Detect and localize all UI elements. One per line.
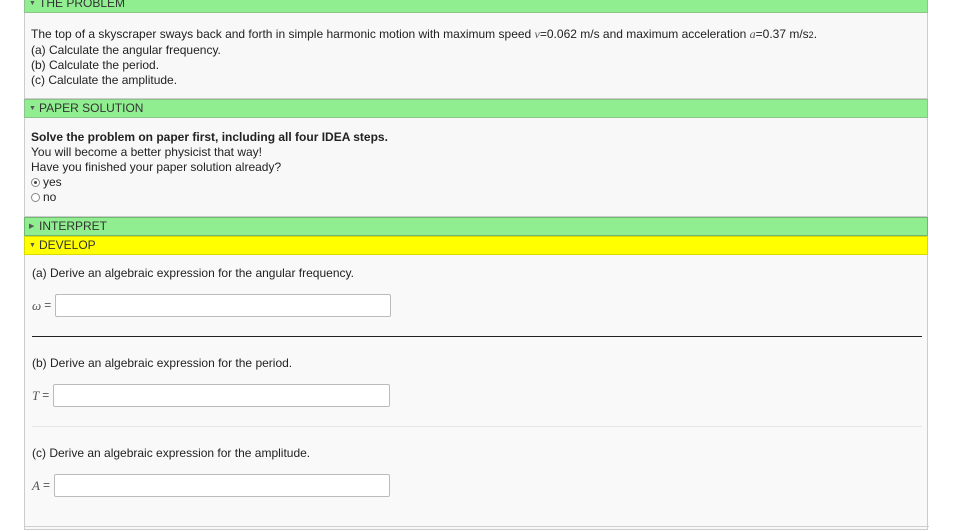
radio-no[interactable] bbox=[31, 193, 40, 202]
radio-yes-row[interactable]: yes bbox=[31, 175, 921, 190]
period-input[interactable] bbox=[53, 384, 391, 407]
problem-statement: The top of a skyscraper sways back and f… bbox=[31, 27, 818, 41]
develop-section: ▼ DEVELOP (a) Derive an algebraic expres… bbox=[24, 236, 929, 530]
develop-header[interactable]: ▼ DEVELOP bbox=[24, 236, 928, 255]
period-symbol: T bbox=[32, 388, 40, 403]
expanded-triangle-icon: ▼ bbox=[29, 105, 36, 112]
paper-solution-section: ▼ PAPER SOLUTION Solve the problem on pa… bbox=[24, 99, 928, 217]
section-divider-light bbox=[32, 426, 922, 427]
paper-question: Have you finished your paper solution al… bbox=[31, 160, 282, 174]
paper-encouragement: You will become a better physicist that … bbox=[31, 145, 263, 159]
radio-yes[interactable] bbox=[31, 178, 40, 187]
panel-bottom-edge bbox=[25, 526, 929, 530]
interpret-header-label: INTERPRET bbox=[39, 219, 108, 233]
develop-header-label: DEVELOP bbox=[39, 238, 96, 252]
question-a: (a) Derive an algebraic expression for t… bbox=[32, 266, 354, 280]
interpret-header[interactable]: ▶ INTERPRET bbox=[24, 217, 928, 236]
amplitude-input[interactable] bbox=[53, 474, 390, 497]
equals-sign: = bbox=[42, 478, 50, 492]
radio-no-label: no bbox=[43, 190, 57, 204]
amplitude-symbol: A bbox=[32, 478, 40, 493]
section-divider bbox=[32, 336, 922, 337]
question-b: (b) Derive an algebraic expression for t… bbox=[32, 356, 293, 370]
develop-panel: (a) Derive an algebraic expression for t… bbox=[24, 255, 929, 530]
expanded-triangle-icon: ▼ bbox=[29, 242, 36, 249]
problem-panel: The top of a skyscraper sways back and f… bbox=[24, 13, 928, 99]
radio-yes-label: yes bbox=[43, 175, 62, 189]
paper-solution-panel: Solve the problem on paper first, includ… bbox=[24, 118, 928, 217]
paper-solution-header-label: PAPER SOLUTION bbox=[39, 101, 144, 115]
equals-sign: = bbox=[44, 298, 52, 312]
answer-c-row: A = bbox=[32, 474, 390, 497]
question-c: (c) Derive an algebraic expression for t… bbox=[32, 446, 311, 460]
angular-frequency-input[interactable] bbox=[55, 294, 392, 317]
problem-part-a: (a) Calculate the angular frequency. bbox=[31, 43, 221, 57]
collapsed-triangle-icon: ▶ bbox=[29, 223, 35, 230]
equals-sign: = bbox=[42, 388, 50, 402]
problem-header-label: THE PROBLEM bbox=[39, 0, 126, 10]
paper-solution-header[interactable]: ▼ PAPER SOLUTION bbox=[24, 99, 928, 118]
answer-b-row: T = bbox=[32, 384, 391, 407]
problem-part-b: (b) Calculate the period. bbox=[31, 58, 160, 72]
answer-a-row: ω = bbox=[32, 294, 392, 317]
paper-instruction: Solve the problem on paper first, includ… bbox=[31, 130, 388, 144]
problem-part-c: (c) Calculate the amplitude. bbox=[31, 73, 178, 87]
radio-no-row[interactable]: no bbox=[31, 190, 921, 205]
problem-section: ▼ THE PROBLEM The top of a skyscraper sw… bbox=[24, 0, 928, 99]
expanded-triangle-icon: ▼ bbox=[29, 0, 36, 7]
omega-symbol: ω bbox=[32, 298, 42, 313]
interpret-section: ▶ INTERPRET bbox=[24, 217, 928, 236]
problem-header[interactable]: ▼ THE PROBLEM bbox=[24, 0, 928, 13]
